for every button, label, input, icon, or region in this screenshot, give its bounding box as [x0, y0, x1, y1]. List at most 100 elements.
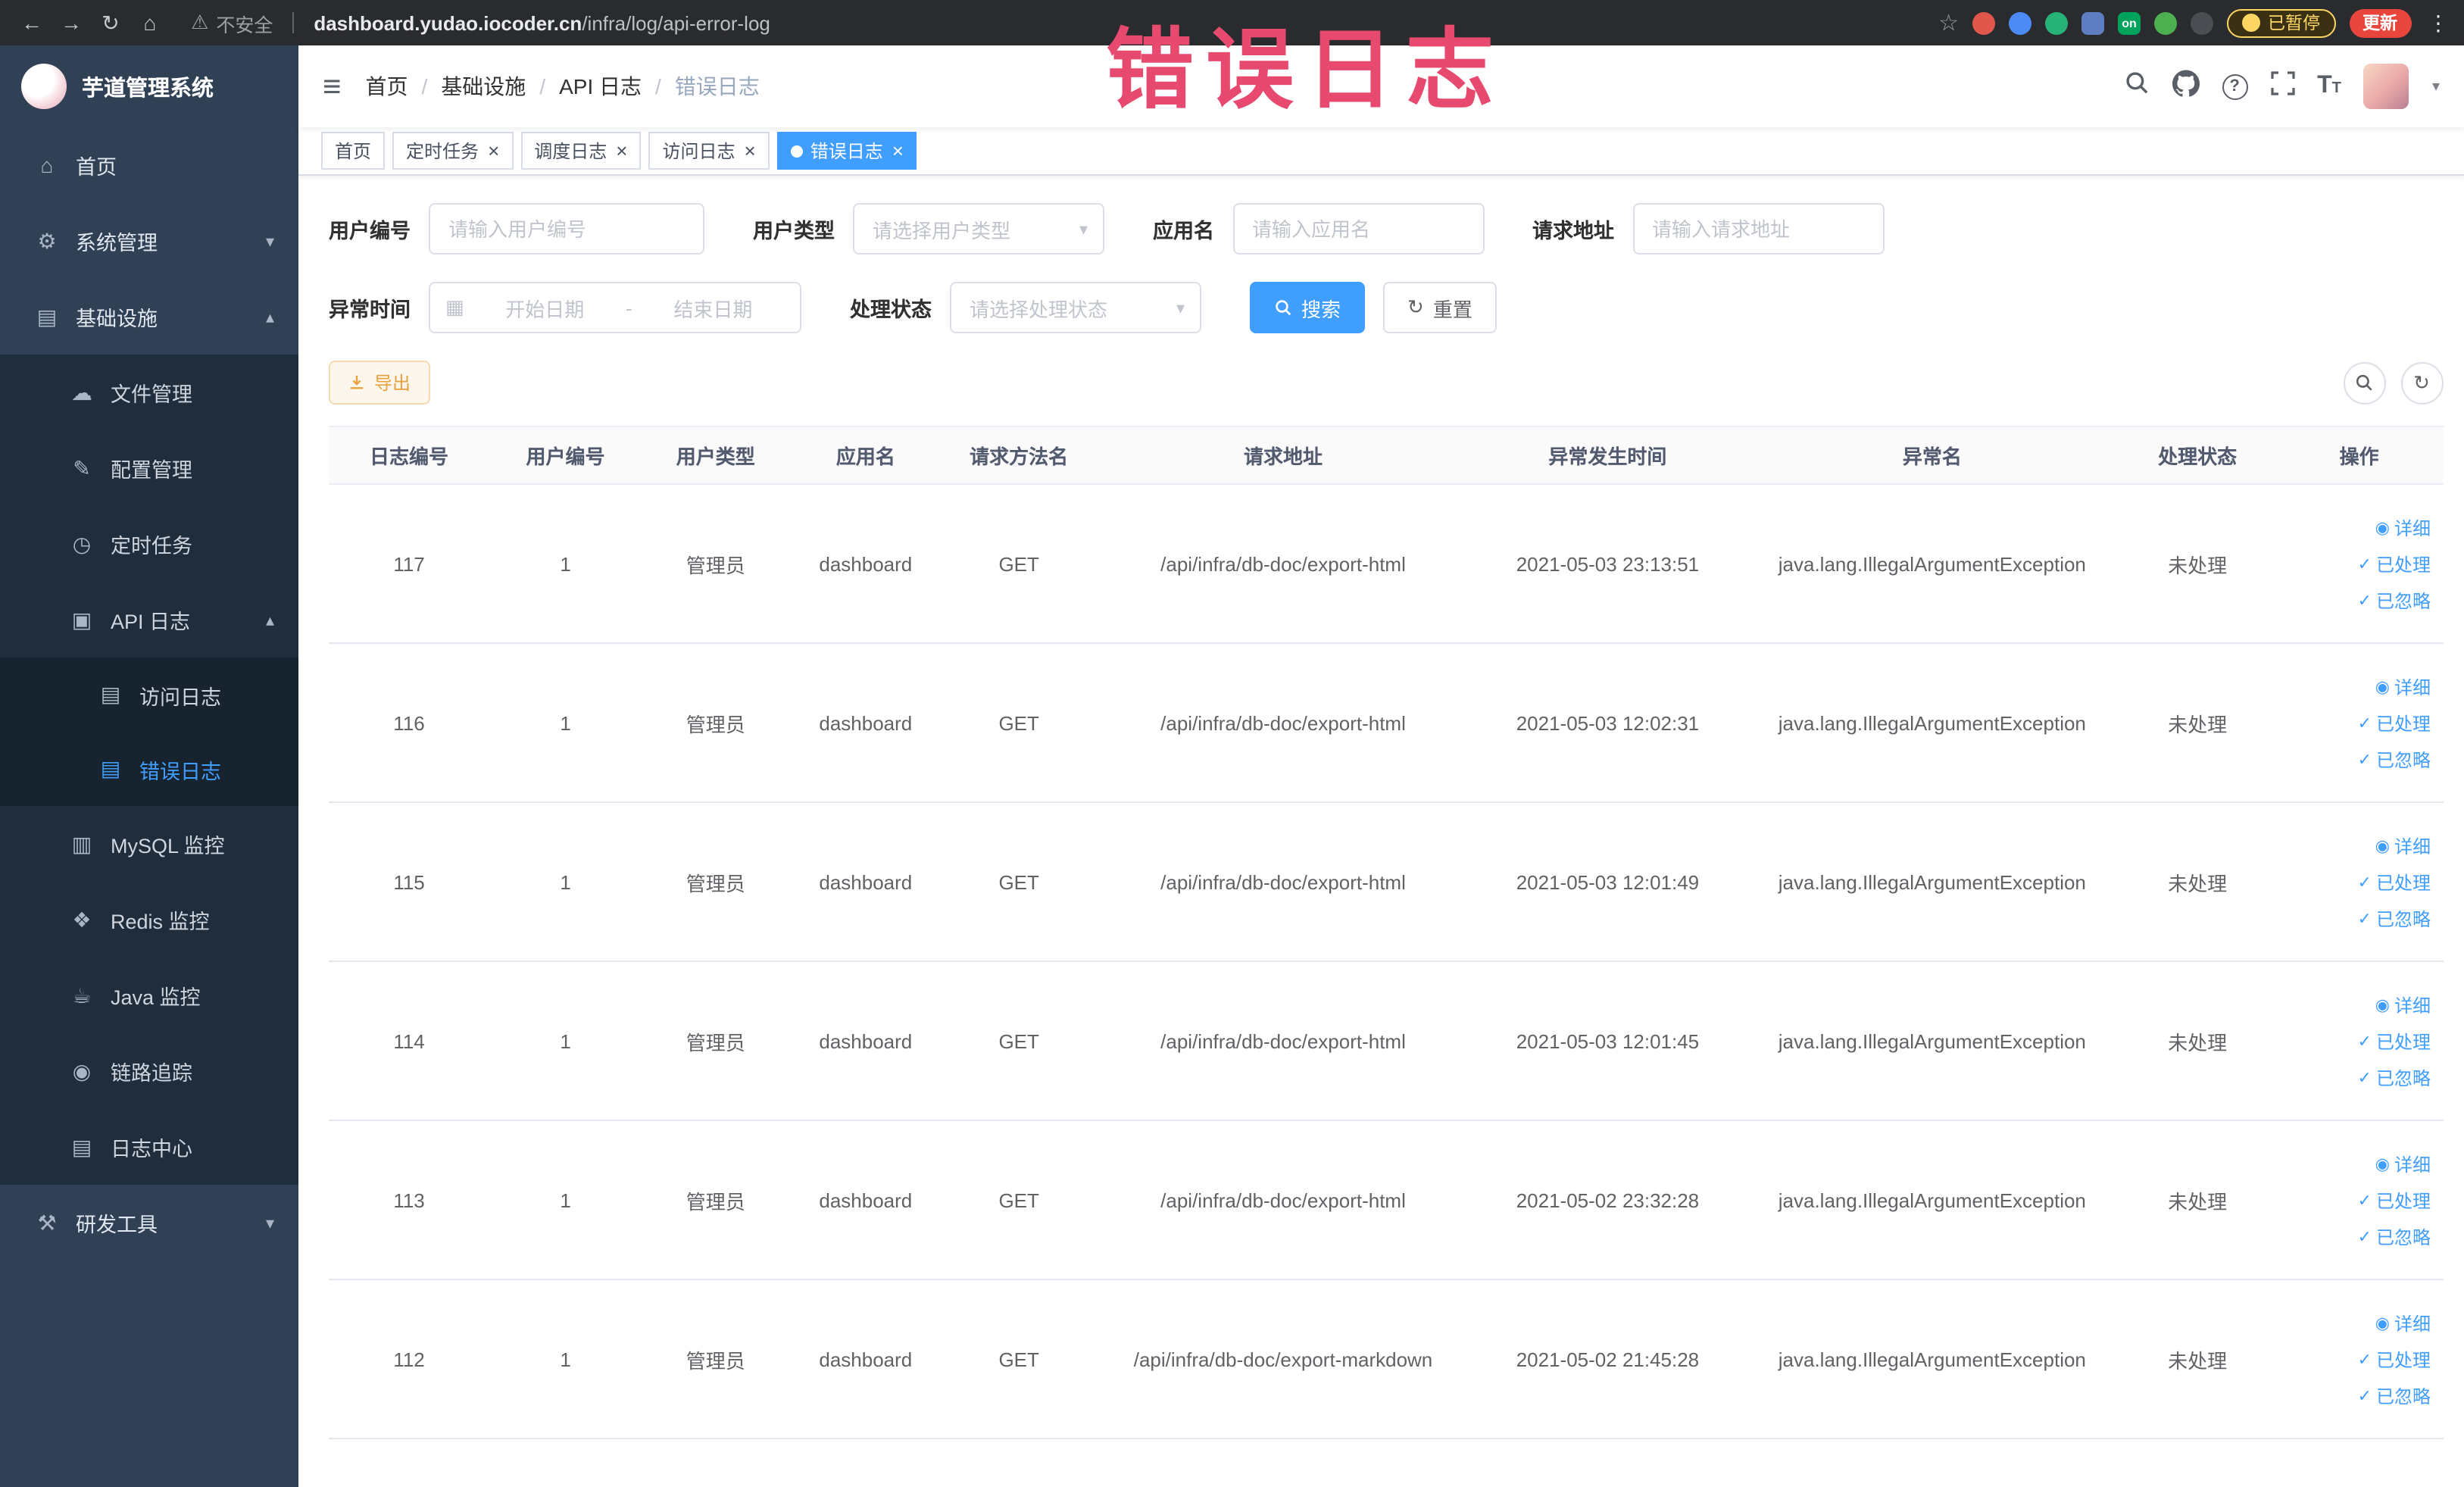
- user-type-select[interactable]: 请选择用户类型 ▾: [853, 203, 1104, 255]
- hamburger-icon[interactable]: ≡: [323, 70, 342, 102]
- main-area: ≡ 首页 / 基础设施 / API 日志 / 错误日志 ? TT ▾ 首页 定时…: [298, 45, 2464, 1487]
- menu-item-研发工具[interactable]: ⚒ 研发工具 ▾: [0, 1185, 298, 1261]
- paused-badge[interactable]: 已暂停: [2227, 8, 2335, 37]
- tab-访问日志[interactable]: 访问日志 ×: [648, 132, 770, 170]
- fullscreen-icon[interactable]: [2270, 70, 2294, 102]
- action-详细[interactable]: ◉ 详细: [2375, 673, 2431, 699]
- menu-item-文件管理[interactable]: ☁ 文件管理: [0, 355, 298, 430]
- help-icon[interactable]: ?: [2222, 73, 2248, 99]
- action-已忽略[interactable]: ✓ 已忽略: [2358, 905, 2431, 931]
- action-已忽略[interactable]: ✓ 已忽略: [2358, 1382, 2431, 1408]
- avatar-caret-icon[interactable]: ▾: [2432, 78, 2440, 95]
- action-已处理[interactable]: ✓ 已处理: [2358, 551, 2431, 576]
- tab-错误日志[interactable]: 错误日志 ×: [776, 132, 917, 170]
- menu-item-API 日志[interactable]: ▣ API 日志 ▴: [0, 582, 298, 658]
- table-row: 112 1 管理员 dashboard GET/api/infra/db-doc/exp…: [329, 1279, 2443, 1439]
- action-详细[interactable]: ◉ 详细: [2375, 833, 2431, 858]
- extension-green-circle-icon[interactable]: [2045, 11, 2068, 34]
- user-avatar[interactable]: [2363, 64, 2409, 109]
- github-icon[interactable]: [2172, 69, 2200, 104]
- browser-menu-icon[interactable]: ⋮: [2428, 10, 2449, 36]
- address-bar[interactable]: dashboard.yudao.iocoder.cn/infra/log/api…: [314, 11, 770, 34]
- reset-button[interactable]: ↻ 重置: [1383, 282, 1497, 333]
- tab-调度日志[interactable]: 调度日志 ×: [520, 132, 642, 170]
- action-详细[interactable]: ◉ 详细: [2375, 514, 2431, 540]
- site-security-indicator[interactable]: ⚠ 不安全: [191, 8, 273, 37]
- table-cell: /api/infra/db-doc/export-html: [1096, 802, 1471, 962]
- menu-item-Redis 监控[interactable]: ❖ Redis 监控: [0, 882, 298, 957]
- tab-close-icon[interactable]: ×: [488, 141, 499, 161]
- extension-grid-icon[interactable]: [2081, 11, 2104, 34]
- extension-blue-icon[interactable]: [2009, 11, 2031, 34]
- menu-item-系统管理[interactable]: ⚙ 系统管理 ▾: [0, 203, 298, 279]
- menu-item-首页[interactable]: ⌂ 首页: [0, 127, 298, 203]
- action-已处理[interactable]: ✓ 已处理: [2358, 1346, 2431, 1372]
- action-详细[interactable]: ◉ 详细: [2375, 1310, 2431, 1335]
- action-已处理[interactable]: ✓ 已处理: [2358, 710, 2431, 736]
- user-id-input[interactable]: [429, 203, 704, 255]
- table-cell: 管理员: [642, 961, 790, 1121]
- extension-paw-icon[interactable]: [2191, 11, 2213, 34]
- action-已忽略[interactable]: ✓ 已忽略: [2358, 587, 2431, 613]
- extension-red-icon[interactable]: [1972, 11, 1995, 34]
- browser-forward-icon[interactable]: →: [55, 6, 88, 39]
- logo-bar[interactable]: 芋道管理系统: [0, 45, 298, 127]
- column-header-请求地址: 请求地址: [1096, 426, 1471, 485]
- action-详细[interactable]: ◉ 详细: [2375, 992, 2431, 1017]
- menu-item-label: MySQL 监控: [111, 835, 225, 858]
- tab-close-icon[interactable]: ×: [745, 141, 756, 161]
- browser-home-icon[interactable]: ⌂: [133, 6, 167, 39]
- refresh-table-button[interactable]: ↻: [2400, 361, 2443, 404]
- bookmark-star-icon[interactable]: ☆: [1938, 9, 1959, 36]
- breadcrumb-item[interactable]: 首页: [366, 71, 408, 102]
- logo-rabbit-avatar: [21, 64, 67, 109]
- table-cell: 1: [489, 484, 642, 644]
- menu-item-label: 定时任务: [111, 535, 192, 558]
- action-已忽略[interactable]: ✓ 已忽略: [2358, 1223, 2431, 1249]
- update-badge[interactable]: 更新: [2349, 8, 2411, 37]
- request-url-input[interactable]: [1632, 203, 1884, 255]
- action-label: 已处理: [2375, 1190, 2431, 1211]
- breadcrumb-item[interactable]: 基础设施: [441, 71, 526, 102]
- menu-item-配置管理[interactable]: ✎ 配置管理: [0, 430, 298, 506]
- toggle-search-button[interactable]: [2343, 361, 2385, 404]
- action-已忽略[interactable]: ✓ 已忽略: [2358, 1064, 2431, 1090]
- menu-item-基础设施[interactable]: ▤ 基础设施 ▴: [0, 279, 298, 355]
- process-status-select[interactable]: 请选择处理状态 ▾: [950, 282, 1201, 333]
- extension-leaf-icon[interactable]: [2154, 11, 2177, 34]
- tab-close-icon[interactable]: ×: [892, 141, 904, 161]
- menu-item-链路追踪[interactable]: ◉ 链路追踪: [0, 1033, 298, 1109]
- action-已处理[interactable]: ✓ 已处理: [2358, 1028, 2431, 1054]
- font-size-icon[interactable]: TT: [2317, 73, 2341, 98]
- browser-reload-icon[interactable]: ↻: [94, 6, 127, 39]
- breadcrumb-item[interactable]: API 日志: [559, 71, 642, 102]
- tab-close-icon[interactable]: ×: [616, 141, 627, 161]
- export-button-label: 导出: [374, 373, 411, 394]
- browser-back-icon[interactable]: ←: [15, 6, 48, 39]
- action-已处理[interactable]: ✓ 已处理: [2358, 1187, 2431, 1213]
- export-button[interactable]: 导出: [329, 361, 431, 405]
- search-icon[interactable]: [2123, 70, 2149, 103]
- menu-item-MySQL 监控[interactable]: ▥ MySQL 监控: [0, 806, 298, 882]
- actions-stack: ◉ 详细 ✓ 已处理 ✓ 已忽略: [2275, 1151, 2443, 1249]
- menu-item-错误日志[interactable]: ▤ 错误日志: [0, 732, 298, 806]
- date-range-picker[interactable]: ▦ 开始日期 - 结束日期: [429, 282, 801, 333]
- tab-定时任务[interactable]: 定时任务 ×: [392, 132, 514, 170]
- column-header-用户类型: 用户类型: [642, 426, 790, 485]
- search-button[interactable]: 搜索: [1250, 282, 1366, 333]
- table-cell: GET: [942, 1279, 1097, 1439]
- redis-icon: ❖: [72, 907, 92, 931]
- tab-首页[interactable]: 首页: [321, 132, 386, 170]
- menu-item-访问日志[interactable]: ▤ 访问日志: [0, 658, 298, 732]
- app-name-input[interactable]: [1232, 203, 1484, 255]
- menu-item-日志中心[interactable]: ▤ 日志中心: [0, 1109, 298, 1185]
- action-已忽略[interactable]: ✓ 已忽略: [2358, 746, 2431, 772]
- breadcrumb: 首页 / 基础设施 / API 日志 / 错误日志: [366, 71, 760, 102]
- menu-item-定时任务[interactable]: ◷ 定时任务: [0, 506, 298, 582]
- extension-on-badge-icon[interactable]: on: [2118, 11, 2141, 34]
- action-已处理[interactable]: ✓ 已处理: [2358, 869, 2431, 895]
- column-header-处理状态: 处理状态: [2119, 426, 2276, 485]
- menu-item-Java 监控[interactable]: ☕ Java 监控: [0, 957, 298, 1033]
- search-button-label: 搜索: [1301, 298, 1341, 320]
- action-详细[interactable]: ◉ 详细: [2375, 1151, 2431, 1176]
